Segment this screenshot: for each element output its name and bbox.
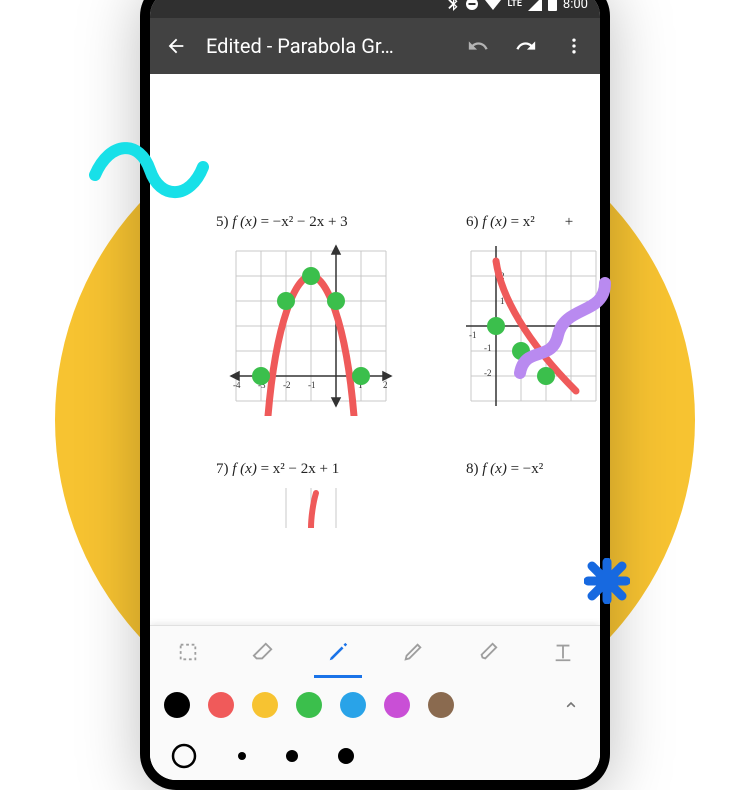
expand-colors-button[interactable] <box>556 690 586 720</box>
svg-text:-1: -1 <box>484 343 492 353</box>
phone-frame: LTE 8:00 Edited - Parabola Gr… <box>140 0 610 790</box>
graph-5: -4-3-2-1 12 <box>216 241 426 421</box>
highlighter-tool[interactable] <box>450 626 525 678</box>
color-blue[interactable] <box>340 692 366 718</box>
problem-7-fx: f (x) <box>232 461 257 477</box>
size-small[interactable] <box>238 752 246 760</box>
problem-5-eq: = −x² − 2x + 3 <box>257 214 348 230</box>
svg-text:2: 2 <box>383 380 388 390</box>
color-purple[interactable] <box>384 692 410 718</box>
select-tool[interactable] <box>150 626 225 678</box>
color-green[interactable] <box>296 692 322 718</box>
problem-7-num: 7) <box>216 461 229 477</box>
wifi-icon <box>485 0 501 11</box>
problem-8-fx: f (x) <box>482 461 507 477</box>
tool-dock <box>150 625 600 780</box>
problem-7-eq: = x² − 2x + 1 <box>257 461 339 477</box>
network-icon: LTE <box>507 0 521 9</box>
graph-7 <box>216 488 426 533</box>
page-title: Edited - Parabola Gr… <box>206 34 448 58</box>
problem-6-num: 6) <box>466 214 479 230</box>
problem-8-eq: = −x² <box>507 461 543 477</box>
screen: LTE 8:00 Edited - Parabola Gr… <box>150 0 600 780</box>
problem-7: 7) f (x) = x² − 2x + 1 <box>216 461 426 533</box>
color-row <box>150 678 600 732</box>
problem-8: 8) f (x) = −x² <box>466 461 584 533</box>
color-red[interactable] <box>208 692 234 718</box>
svg-text:-2: -2 <box>283 380 291 390</box>
problem-6-tail: + <box>561 214 573 230</box>
clock: 8:00 <box>563 0 588 12</box>
problem-6-eq: = x² <box>507 214 535 230</box>
app-bar: Edited - Parabola Gr… <box>150 18 600 74</box>
color-brown[interactable] <box>428 692 454 718</box>
overflow-menu-button[interactable] <box>556 28 592 64</box>
squiggle-purple <box>510 275 630 385</box>
color-yellow[interactable] <box>252 692 278 718</box>
back-button[interactable] <box>158 28 194 64</box>
text-tool[interactable] <box>525 626 600 678</box>
bluetooth-icon <box>447 0 459 11</box>
problem-5-num: 5) <box>216 214 229 230</box>
problem-8-num: 8) <box>466 461 479 477</box>
problem-6-fx: f (x) <box>482 214 507 230</box>
status-bar: LTE 8:00 <box>150 0 600 18</box>
eraser-tool[interactable] <box>225 626 300 678</box>
size-medium[interactable] <box>286 750 298 762</box>
color-black[interactable] <box>164 692 190 718</box>
size-ring[interactable] <box>170 742 198 770</box>
size-large[interactable] <box>338 748 354 764</box>
pen-tool[interactable] <box>300 626 375 678</box>
problem-5-fx: f (x) <box>232 214 257 230</box>
redo-button[interactable] <box>508 28 544 64</box>
tool-row <box>150 626 600 678</box>
size-row <box>150 732 600 780</box>
battery-icon <box>548 0 557 11</box>
marker-tool[interactable] <box>375 626 450 678</box>
asterisk-blue <box>584 558 630 604</box>
canvas-area[interactable]: 5) f (x) = −x² − 2x + 3 <box>150 74 600 780</box>
svg-text:-1: -1 <box>469 330 477 340</box>
svg-text:-1: -1 <box>308 380 316 390</box>
svg-text:-4: -4 <box>233 380 241 390</box>
svg-text:-2: -2 <box>484 368 492 378</box>
signal-icon <box>528 0 542 11</box>
dnd-icon <box>465 0 479 11</box>
squiggle-cyan <box>85 135 215 205</box>
problem-5: 5) f (x) = −x² − 2x + 3 <box>216 214 426 421</box>
undo-button[interactable] <box>460 28 496 64</box>
